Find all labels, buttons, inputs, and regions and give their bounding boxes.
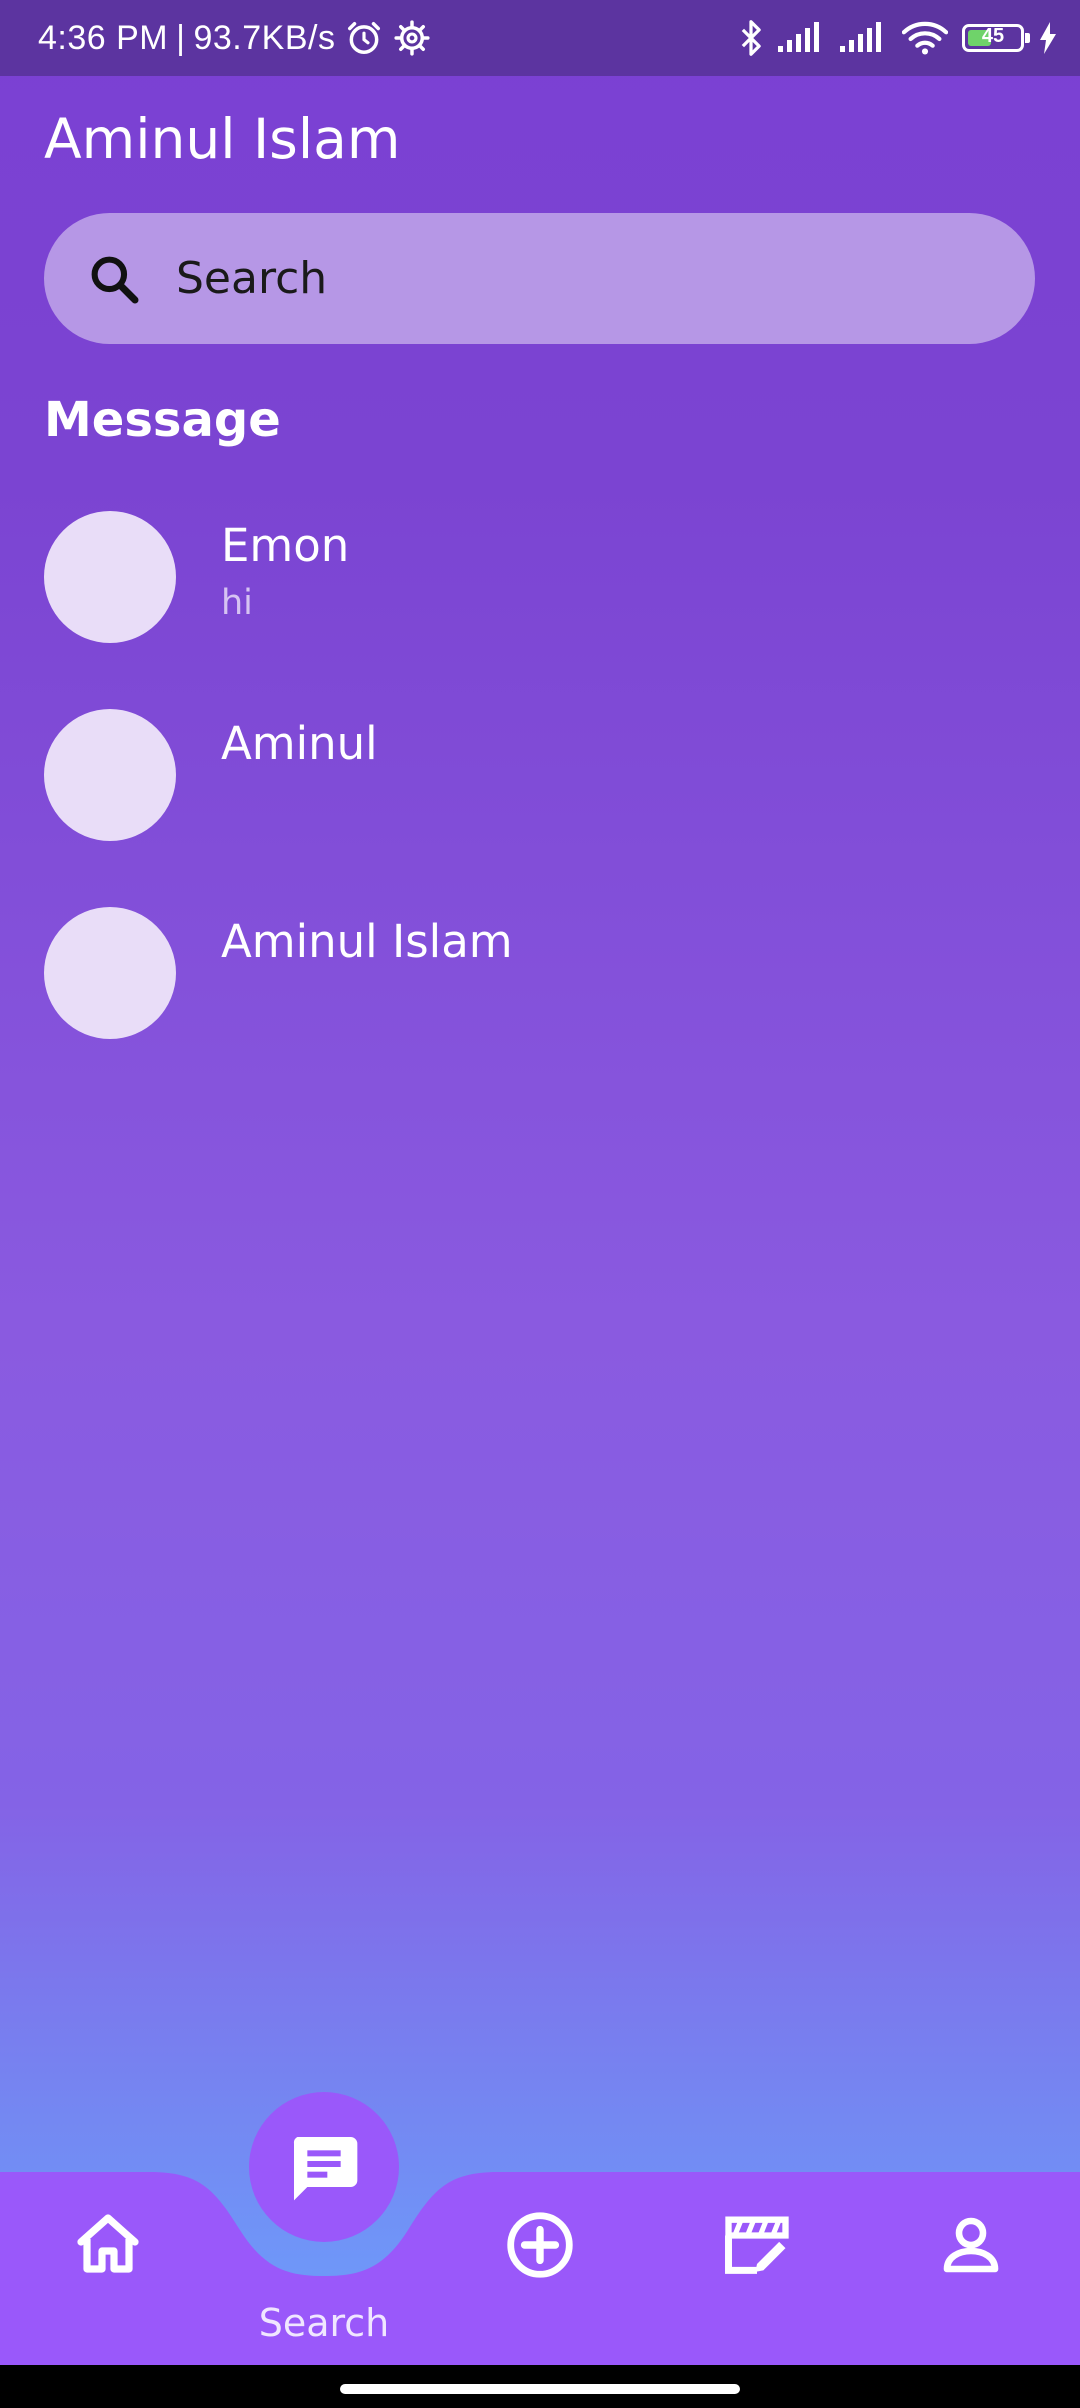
video-edit-icon [725, 2216, 789, 2274]
user-name-title: Aminul Islam [44, 107, 401, 171]
bottom-navigation: Search [0, 2092, 1080, 2365]
nav-add[interactable] [485, 2190, 595, 2300]
chat-item-emon[interactable]: Emon hi [44, 511, 1034, 643]
nav-profile[interactable] [916, 2190, 1026, 2300]
avatar[interactable] [44, 907, 176, 1039]
home-indicator[interactable] [340, 2384, 740, 2394]
avatar[interactable] [44, 709, 176, 841]
nav-video-edit[interactable] [702, 2190, 812, 2300]
battery-level: 45 [981, 25, 1005, 47]
message-section-title: Message [44, 392, 281, 448]
nav-home[interactable] [53, 2190, 163, 2300]
chat-preview: hi [221, 583, 253, 623]
nav-chat-active[interactable] [249, 2092, 399, 2242]
system-navigation-bar [0, 2365, 1080, 2408]
chat-name: Aminul Islam [221, 915, 513, 968]
bluetooth-icon [741, 20, 761, 56]
chat-name: Emon [221, 519, 350, 572]
profile-icon [943, 2217, 999, 2273]
wifi-icon [902, 21, 948, 55]
status-left: 4:36 PM | 93.7KB/s [38, 0, 431, 76]
chat-item-aminul[interactable]: Aminul [44, 709, 1034, 841]
signal-icon [778, 22, 819, 52]
home-icon [77, 2214, 139, 2273]
alarm-icon [348, 22, 381, 54]
status-bar: 4:36 PM | 93.7KB/s 45 [0, 0, 1080, 76]
nav-active-label: Search [258, 2301, 390, 2345]
status-separator: | [176, 18, 186, 57]
chat-item-aminul-islam[interactable]: Aminul Islam [44, 907, 1034, 1039]
avatar[interactable] [44, 511, 176, 643]
chat-icon [293, 2137, 358, 2201]
status-time: 4:36 PM [38, 18, 169, 57]
search-icon[interactable] [82, 247, 146, 311]
add-circle-icon [507, 2212, 573, 2278]
network-speed: 93.7KB/s [193, 18, 336, 57]
search-input[interactable] [174, 252, 978, 305]
signal-icon-2 [840, 22, 881, 52]
search-bar[interactable] [44, 213, 1035, 344]
charging-icon [1040, 22, 1056, 54]
status-right: 45 [738, 0, 1058, 76]
chat-name: Aminul [221, 717, 378, 770]
settings-gear-icon [394, 20, 431, 56]
battery-nub [1025, 33, 1030, 43]
battery-indicator: 45 [962, 24, 1030, 52]
